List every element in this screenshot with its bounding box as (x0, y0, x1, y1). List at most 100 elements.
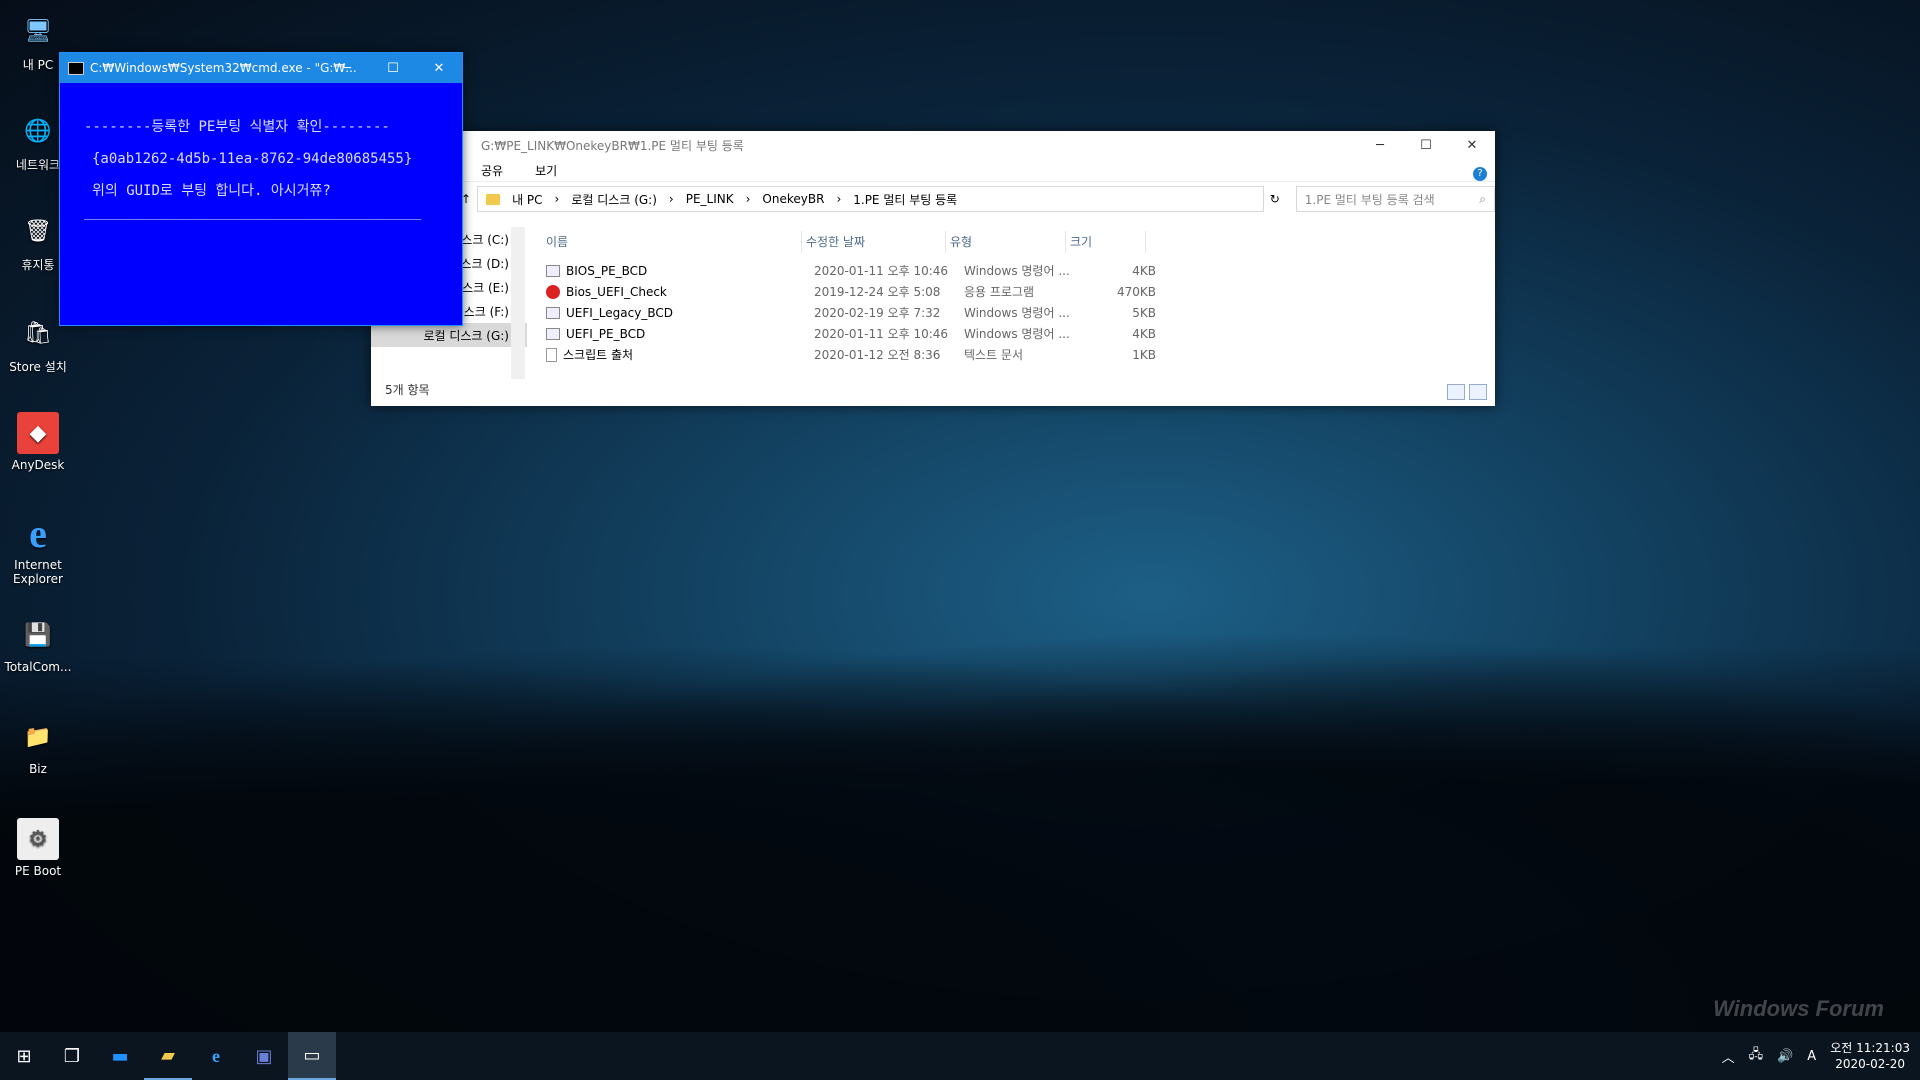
chevron-right-icon: › (554, 192, 560, 206)
view-toggle (1447, 384, 1487, 400)
file-name: Bios_UEFI_Check (566, 284, 667, 299)
clock[interactable]: 오전 11:21:03 2020-02-20 (1830, 1040, 1910, 1072)
breadcrumb-item[interactable]: 로컬 디스크 (G:) (571, 191, 657, 208)
file-size: 4KB (1132, 263, 1156, 278)
file-row[interactable]: 스크립트 출처 2020-01-12 오전 8:36 텍스트 문서 1KB (542, 344, 1156, 365)
cmd-taskbar-icon[interactable]: ▭ (288, 1032, 336, 1080)
close-button[interactable]: ✕ (1449, 131, 1495, 159)
internet-explorer-icon: e (29, 510, 47, 556)
ime-indicator[interactable]: A (1807, 1049, 1816, 1064)
cmd-file-icon (546, 306, 560, 319)
ribbon-tab-share[interactable]: 공유 (481, 162, 503, 179)
file-name: BIOS_PE_BCD (566, 263, 648, 278)
network-icon[interactable]: 🖧 (1749, 1045, 1764, 1067)
app-icon (546, 284, 560, 299)
file-size: 4KB (1132, 326, 1156, 341)
breadcrumb-item[interactable]: 내 PC (512, 191, 542, 208)
cmd-line: 위의 GUID로 부팅 합니다. 아시거쮸? (92, 183, 331, 199)
cmd-file-icon (546, 327, 560, 340)
desktop-icon-biz[interactable]: 📁 Biz (2, 716, 74, 777)
desktop-icon-internet-explorer[interactable]: e Internet Explorer (2, 510, 74, 587)
desktop-icon-pe-boot[interactable]: ⚙ PE Boot (2, 818, 74, 878)
file-date: 2020-01-12 오전 8:36 (814, 348, 941, 362)
desktop-app-icon[interactable]: ▬ (96, 1032, 144, 1080)
search-icon: ⌕ (1479, 191, 1486, 206)
breadcrumb-item[interactable]: OnekeyBR (762, 192, 824, 206)
chevron-right-icon: › (668, 192, 674, 206)
breadcrumb-item[interactable]: PE_LINK (686, 192, 734, 206)
details-view-icon[interactable] (1447, 384, 1465, 400)
file-type: 응용 프로그램 (964, 285, 1035, 299)
desktop-icon-anydesk[interactable]: ◆ AnyDesk (2, 412, 74, 472)
text-file-icon (546, 347, 557, 362)
file-list: BIOS_PE_BCD 2020-01-11 오후 10:46 Windows … (542, 260, 1156, 365)
large-icons-view-icon[interactable] (1469, 384, 1487, 400)
search-box[interactable]: 1.PE 멀티 부팅 등록 검색 ⌕ (1295, 186, 1495, 212)
ribbon-tab-view[interactable]: 보기 (535, 162, 557, 179)
file-name: UEFI_PE_BCD (566, 326, 646, 341)
minimize-button[interactable]: ─ (1357, 131, 1403, 159)
desktop-icon-totalcmd[interactable]: 💾 TotalCom... (2, 614, 74, 675)
wallpaper-trees (0, 592, 1920, 1032)
desktop-icon-label: TotalCom... (4, 660, 72, 674)
breadcrumb-item[interactable]: 1.PE 멀티 부팅 등록 (853, 191, 957, 208)
file-size: 470KB (1116, 284, 1156, 299)
nav-label: 로컬 디스크 (G:) (423, 328, 509, 343)
file-row[interactable]: Bios_UEFI_Check 2019-12-24 오후 5:08 응용 프로… (542, 281, 1156, 302)
file-date: 2019-12-24 오후 5:08 (814, 285, 941, 299)
anydesk-icon: ◆ (17, 412, 59, 454)
nav-scrollbar[interactable] (511, 227, 525, 379)
taskbar: ⊞ ❐ ▬ ▰ e ▣ ▭ ︿ 🖧 🔊 A 오전 11:21:03 2020-0… (0, 1032, 1920, 1080)
console-icon (68, 61, 84, 75)
cmd-window: C:₩Windows₩System32₩cmd.exe - "G:₩... ─ … (59, 52, 463, 326)
floppy-icon: 💾 (24, 622, 52, 648)
nav-item-drive-g[interactable]: 로컬 디스크 (G:) (371, 323, 527, 347)
explorer-title: G:₩PE_LINK₩OnekeyBR₩1.PE 멀티 부팅 등록 (481, 138, 744, 153)
address-row: ↑ 내 PC › 로컬 디스크 (G:) › PE_LINK › OnekeyB… (371, 182, 1495, 216)
column-header-size[interactable]: 크기 (1066, 231, 1146, 253)
watermark: Windows Forum (1713, 996, 1884, 1021)
desktop-icon-label: Internet Explorer (13, 558, 63, 586)
column-header-type[interactable]: 유형 (946, 231, 1066, 253)
desktop-icon-label: Store 설치 (9, 360, 67, 374)
floppy-icon[interactable]: ▣ (240, 1032, 288, 1080)
file-name: UEFI_Legacy_BCD (566, 305, 673, 320)
column-header-name[interactable]: 이름 (542, 231, 802, 253)
desktop-icon-label: AnyDesk (11, 458, 65, 472)
file-type: Windows 명령어 ... (964, 264, 1070, 278)
chevron-right-icon: › (836, 192, 842, 206)
maximize-button[interactable]: ☐ (1403, 131, 1449, 159)
refresh-icon[interactable]: ↻ (1270, 192, 1280, 206)
cmd-output: --------등록한 PE부팅 식별자 확인-------- {a0ab126… (60, 83, 462, 245)
address-bar[interactable]: 내 PC › 로컬 디스크 (G:) › PE_LINK › OnekeyBR … (477, 186, 1264, 212)
minimize-button[interactable]: ─ (324, 53, 370, 83)
file-type: 텍스트 문서 (964, 348, 1024, 362)
network-icon: 🌐 (24, 118, 52, 144)
file-size: 1KB (1132, 347, 1156, 362)
task-view-icon[interactable]: ❐ (48, 1032, 96, 1080)
maximize-button[interactable]: ☐ (370, 53, 416, 83)
windows-start-icon[interactable]: ⊞ (0, 1032, 48, 1080)
desktop-icon-label: Biz (29, 762, 47, 776)
file-date: 2020-01-11 오후 10:46 (814, 264, 949, 278)
folder-icon (486, 193, 501, 205)
file-type: Windows 명령어 ... (964, 306, 1070, 320)
file-type: Windows 명령어 ... (964, 327, 1070, 341)
speaker-icon[interactable]: 🔊 (1777, 1049, 1793, 1064)
internet-explorer-icon[interactable]: e (192, 1032, 240, 1080)
clock-time: 오전 11:21:03 (1830, 1041, 1910, 1055)
cmd-line: ________________________________________ (84, 204, 422, 220)
recycle-bin-icon: 🗑 (24, 218, 52, 244)
close-button[interactable]: ✕ (416, 53, 462, 83)
chevron-up-icon[interactable]: ︿ (1722, 1047, 1735, 1066)
file-date: 2020-02-19 오후 7:32 (814, 306, 941, 320)
file-row[interactable]: BIOS_PE_BCD 2020-01-11 오후 10:46 Windows … (542, 260, 1156, 281)
desktop-icon-label: PE Boot (14, 864, 62, 878)
column-header-date[interactable]: 수정한 날짜 (802, 231, 946, 253)
system-tray: ︿ 🖧 🔊 A 오전 11:21:03 2020-02-20 (1722, 1032, 1910, 1080)
file-row[interactable]: UEFI_Legacy_BCD 2020-02-19 오후 7:32 Windo… (542, 302, 1156, 323)
file-explorer-icon[interactable]: ▰ (144, 1032, 192, 1080)
help-icon[interactable]: ? (1473, 167, 1487, 181)
explorer-window-controls: ─ ☐ ✕ (1357, 131, 1495, 159)
file-row[interactable]: UEFI_PE_BCD 2020-01-11 오후 10:46 Windows … (542, 323, 1156, 344)
